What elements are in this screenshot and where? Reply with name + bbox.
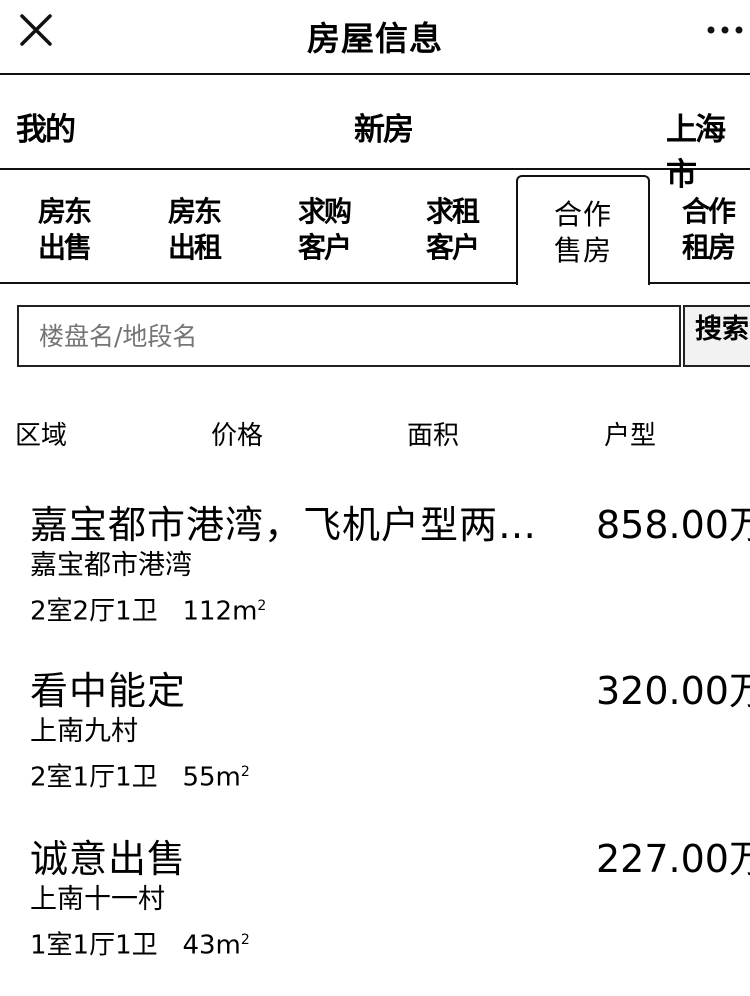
page-title: 房屋信息 [307,19,443,58]
tab-label-line1: 房东 [37,195,92,228]
filter-area[interactable]: 面积 [407,415,459,452]
tab-label-line2: 售房 [553,234,612,267]
nav-new-house[interactable]: 新房 [354,104,414,149]
tab-coop-sale[interactable]: 合作 售房 [516,175,650,285]
title-bar: 房屋信息 [0,0,750,75]
listing-area: 112 [182,596,233,627]
tab-label-line2: 客户 [297,231,352,264]
listing-price: 320.00万 [596,669,750,713]
filter-bar: 区域 价格 面积 户型 [0,415,750,455]
category-tabs: 房东 出售 房东 出租 求购 客户 求租 客户 合作 售房 合作 租房 [0,172,750,285]
listing-area: 55 [182,762,216,793]
listing-estate: 上南九村 [30,716,138,747]
search-button[interactable]: 搜索 [683,305,750,367]
tab-coop-rent[interactable]: 合作 租房 [668,194,748,266]
listing-item[interactable]: 嘉宝都市港湾，飞机户型两… 858.00万 嘉宝都市港湾 2室2厅1卫 112m… [30,502,750,662]
listing-area: 43 [182,930,216,961]
listing-item[interactable]: 诚意出售 227.00万 上南十一村 1室1厅1卫 43m2 [30,836,750,996]
listing-layout: 1室1厅1卫 [30,930,158,961]
listing-specs: 2室1厅1卫 55m2 [30,754,250,796]
tab-label-line2: 租房 [681,231,736,264]
area-unit: m [215,762,241,793]
nav-mine[interactable]: 我的 [16,104,76,149]
listing-specs: 2室2厅1卫 112m2 [30,588,266,630]
filter-layout[interactable]: 户型 [604,415,656,452]
tab-label-line2: 客户 [425,231,480,264]
area-unit-sup: 2 [240,764,250,780]
listing-estate: 嘉宝都市港湾 [30,550,192,581]
search-bar: 搜索 [17,305,750,367]
tab-landlord-rent[interactable]: 房东 出租 [154,194,234,266]
listing-item[interactable]: 看中能定 320.00万 上南九村 2室1厅1卫 55m2 [30,668,750,828]
area-unit: m [232,596,258,627]
listing-layout: 2室2厅1卫 [30,596,158,627]
tab-label-line1: 房东 [167,195,222,228]
tab-renter-clients[interactable]: 求租 客户 [412,194,492,266]
tab-label-line2: 出售 [37,231,92,264]
listing-title: 诚意出售 [30,837,187,881]
tab-label-line1: 求购 [297,195,352,228]
tab-landlord-sale[interactable]: 房东 出售 [24,194,104,266]
tab-label-line1: 合作 [681,195,736,228]
listing-price: 227.00万 [596,837,750,881]
listing-estate: 上南十一村 [30,884,165,915]
listing-layout: 2室1厅1卫 [30,762,158,793]
listing-specs: 1室1厅1卫 43m2 [30,922,250,964]
area-unit-sup: 2 [240,932,250,948]
tab-label-line1: 合作 [553,198,612,231]
more-icon[interactable] [706,24,746,36]
area-unit: m [215,930,241,961]
search-input[interactable] [17,305,681,367]
listing-title: 看中能定 [30,669,187,713]
top-nav: 我的 新房 上海市 [0,76,750,193]
listing-title: 嘉宝都市港湾，飞机户型两… [30,503,538,547]
listing-price: 858.00万 [596,503,750,547]
area-unit-sup: 2 [257,598,267,614]
filter-region[interactable]: 区域 [15,415,67,452]
filter-price[interactable]: 价格 [211,415,263,452]
tab-label-line1: 求租 [425,195,480,228]
tab-buyer-clients[interactable]: 求购 客户 [284,194,364,266]
tab-label-line2: 出租 [167,231,222,264]
